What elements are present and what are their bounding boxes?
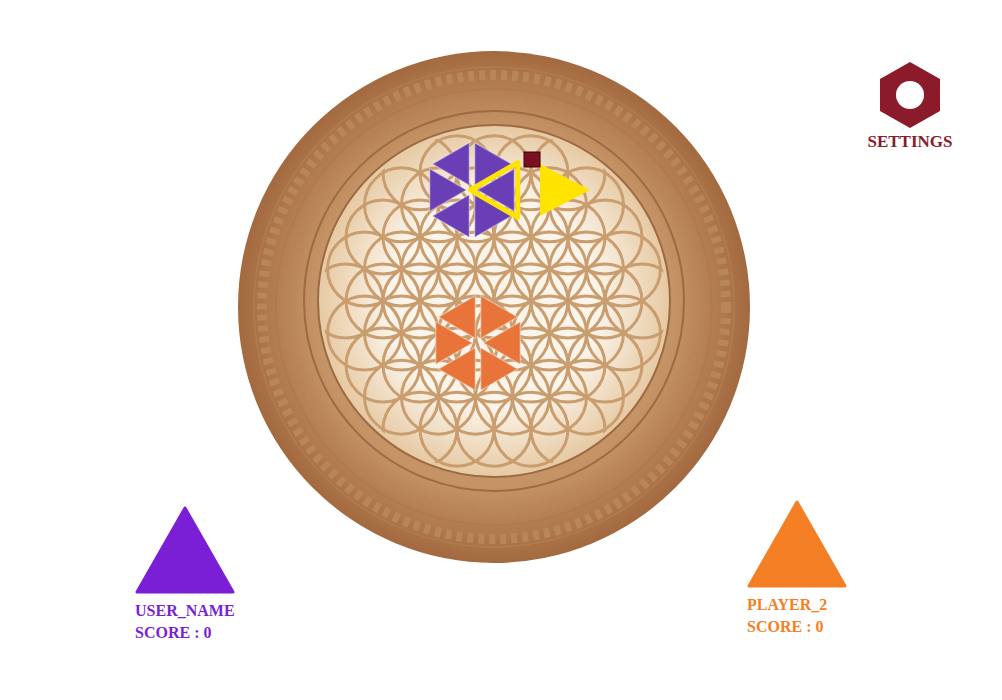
settings-button[interactable]: SETTINGS xyxy=(855,60,965,152)
game-board[interactable] xyxy=(237,50,751,564)
hexagon-icon xyxy=(878,60,942,130)
die-piece[interactable] xyxy=(481,296,518,339)
right-column: SETTINGSPLAYER_2SCORE : 0 xyxy=(751,0,1002,700)
player-panel: USER_NAMESCORE : 0 xyxy=(135,506,237,644)
board-column xyxy=(237,0,751,700)
triangle-icon xyxy=(747,500,847,588)
move-arrow-icon[interactable] xyxy=(540,164,590,216)
player-score: SCORE : 0 xyxy=(135,622,211,644)
player-panel: PLAYER_2SCORE : 0 xyxy=(747,500,1002,638)
selection-highlight xyxy=(470,152,590,217)
triangle-icon xyxy=(135,506,235,594)
die-piece[interactable] xyxy=(432,143,469,186)
die-piece[interactable] xyxy=(481,348,518,391)
flower-pattern xyxy=(318,125,670,477)
player-name: USER_NAME xyxy=(135,600,235,622)
settings-label: SETTINGS xyxy=(867,132,952,152)
left-column: USER_NAMESCORE : 0 xyxy=(0,0,237,700)
game-screen: USER_NAMESCORE : 0SETTINGSPLAYER_2SCORE … xyxy=(0,0,1002,700)
board-rim xyxy=(238,51,750,563)
marker-icon xyxy=(524,152,540,167)
player-score: SCORE : 0 xyxy=(747,616,823,638)
die-piece[interactable] xyxy=(438,296,475,339)
player-name: PLAYER_2 xyxy=(747,594,827,616)
